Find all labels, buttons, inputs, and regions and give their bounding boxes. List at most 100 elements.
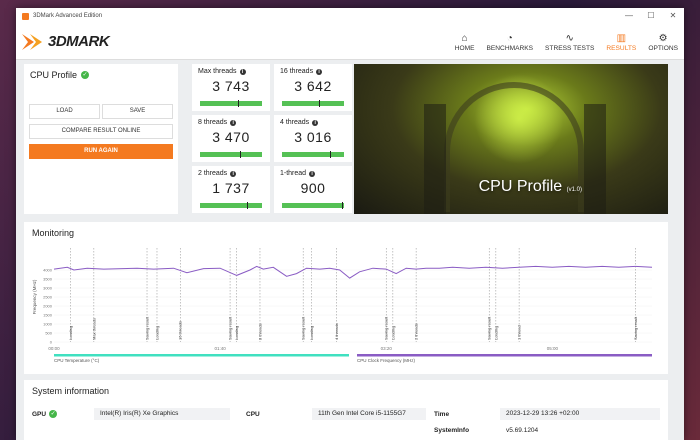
app-window: 3DMark Advanced Edition — ☐ ✕ 3DMARK ⌂ H… <box>16 8 684 440</box>
check-icon: ✓ <box>81 71 90 79</box>
legend-label: CPU Temperature (°C) <box>54 358 100 363</box>
time-label: Time <box>434 410 450 418</box>
score-label: 2 threads <box>198 170 228 177</box>
score-tile-1-thread: 1-thread i 900 <box>274 166 352 213</box>
annotation-label: Saving result <box>384 316 389 340</box>
score-bar <box>282 151 344 158</box>
score-tile-8-threads: 8 threads i 3 470 <box>192 115 270 162</box>
score-label: 4 threads <box>280 119 310 126</box>
nav-options[interactable]: ⚙ OPTIONS <box>642 24 684 60</box>
nav-results[interactable]: ▥ RESULTS <box>600 24 642 60</box>
annotation-label: Loading <box>493 326 498 340</box>
score-label: 8 threads <box>198 119 228 126</box>
annotation-label: 16 threads <box>178 321 183 340</box>
score-bar <box>200 202 262 209</box>
score-tile-max-threads: Max threads i 3 743 <box>192 64 270 111</box>
annotation-label: 4 threads <box>334 323 339 340</box>
info-icon[interactable]: i <box>312 119 319 126</box>
legend-bar <box>54 354 349 357</box>
legend-label: CPU Clock Frequency (MHz) <box>357 358 416 363</box>
close-button[interactable]: ✕ <box>662 8 684 24</box>
run-again-button[interactable]: RUN AGAIN <box>29 144 173 159</box>
activity-icon: ∿ <box>565 33 574 44</box>
window-title: 3DMark Advanced Edition <box>33 13 103 19</box>
load-button[interactable]: LOAD <box>29 104 100 119</box>
score-bar <box>200 100 262 107</box>
app-icon <box>22 12 29 20</box>
y-tick-label: 500 <box>45 331 52 336</box>
gauge-icon: ◔ <box>506 33 513 44</box>
x-tick-label: 00:00 <box>48 346 60 351</box>
results-content: CPU Profile ✓ LOAD SAVE COMPARE RESULT O… <box>16 60 684 440</box>
monitoring-panel: Monitoring Frequency (MHz) 4000 3500 3000 25… <box>24 222 668 374</box>
monitoring-chart[interactable]: Frequency (MHz) 4000 3500 3000 2500 2000 1500 1… <box>32 242 660 370</box>
minimize-button[interactable]: — <box>618 8 640 24</box>
annotation-label: 1 thread <box>517 325 522 340</box>
annotation-label: Loading <box>390 326 395 340</box>
score-bar <box>282 202 344 209</box>
score-value: 3 642 <box>294 78 332 94</box>
main-nav: ⌂ HOME ◔ BENCHMARKS ∿ STRESS TESTS ▥ RES… <box>449 24 684 60</box>
maximize-button[interactable]: ☐ <box>640 8 662 24</box>
logo-text: 3DMARK <box>48 33 110 50</box>
score-label: 1-thread <box>280 170 307 177</box>
system-information-title: System information <box>32 386 110 396</box>
info-icon[interactable]: i <box>239 68 246 75</box>
y-tick-label: 1000 <box>43 322 53 327</box>
score-marker <box>238 100 240 107</box>
nav-label: HOME <box>454 45 475 52</box>
nav-home[interactable]: ⌂ HOME <box>449 24 481 60</box>
info-icon[interactable]: i <box>230 119 237 126</box>
nav-label: BENCHMARKS <box>486 45 534 52</box>
nav-benchmarks[interactable]: ◔ BENCHMARKS <box>481 24 540 60</box>
score-value: 3 470 <box>212 129 250 145</box>
cpu-label: CPU <box>246 410 260 418</box>
systeminfo-label: SystemInfo <box>434 426 470 434</box>
info-icon[interactable]: i <box>316 68 323 75</box>
annotation-label: Saving result <box>487 316 492 340</box>
hero-title: CPU Profile <box>478 178 563 195</box>
y-tick-label: 2500 <box>43 295 53 300</box>
systeminfo-value: v5.69.1204 <box>506 426 539 434</box>
system-information-panel: System information GPU ✓ Intel(R) Iris(R)… <box>24 380 668 440</box>
y-tick-label: 4000 <box>43 268 53 273</box>
gear-icon: ⚙ <box>658 33 668 44</box>
annotation-label: Loading <box>309 326 314 340</box>
score-bar <box>200 151 262 158</box>
bar-chart-icon: ▥ <box>616 33 627 44</box>
y-tick-label: 0 <box>50 340 53 345</box>
x-tick-label: 05:00 <box>547 346 559 351</box>
annotation-label: 8 threads <box>257 323 262 340</box>
nav-stress-tests[interactable]: ∿ STRESS TESTS <box>539 24 600 60</box>
score-value: 3 743 <box>212 78 250 94</box>
annotation-label: Saving result <box>228 316 233 340</box>
score-value: 1 737 <box>212 180 250 196</box>
score-tile-2-threads: 2 threads i 1 737 <box>192 166 270 213</box>
info-icon[interactable]: i <box>230 170 237 177</box>
nav-label: OPTIONS <box>648 45 678 52</box>
info-icon[interactable]: i <box>309 170 316 177</box>
annotation-label: Loading <box>68 326 73 340</box>
annotation-label: Saving result <box>145 316 150 340</box>
title-bar: 3DMark Advanced Edition — ☐ ✕ <box>16 8 684 24</box>
score-marker <box>319 100 321 107</box>
save-button[interactable]: SAVE <box>102 104 173 119</box>
gpu-value: Intel(R) Iris(R) Xe Graphics <box>94 408 230 420</box>
y-tick-label: 3500 <box>43 277 53 282</box>
home-icon: ⌂ <box>461 33 468 44</box>
monitoring-title: Monitoring <box>32 228 75 238</box>
compare-online-button[interactable]: COMPARE RESULT ONLINE <box>29 124 173 139</box>
score-tile-4-threads: 4 threads i 3 016 <box>274 115 352 162</box>
y-axis-label: Frequency (MHz) <box>32 279 37 314</box>
check-icon: ✓ <box>49 410 58 418</box>
score-label: 16 threads <box>280 68 314 75</box>
nav-label: STRESS TESTS <box>545 45 595 52</box>
time-value: 2023-12-29 13:26 +02:00 <box>500 408 660 420</box>
series-line-cpu-clock <box>53 265 653 279</box>
annotation-label: Saving result <box>301 316 306 340</box>
score-marker <box>240 151 242 158</box>
score-label: Max threads <box>198 68 237 75</box>
y-tick-label: 2000 <box>43 304 53 309</box>
y-tick-label: 3000 <box>43 286 53 291</box>
3dmark-logo-icon <box>22 33 42 50</box>
